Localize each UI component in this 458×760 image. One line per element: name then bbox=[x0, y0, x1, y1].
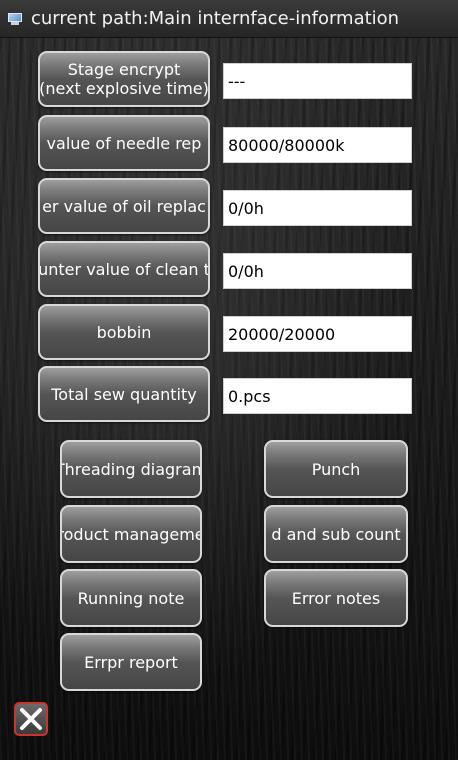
running-note-label: Running note bbox=[77, 588, 185, 608]
bobbin-label: bobbin bbox=[96, 322, 152, 342]
bobbin-value: 20000/20000 bbox=[223, 316, 412, 352]
total-sew-quantity-value: 0.pcs bbox=[223, 378, 412, 414]
oil-replace-button[interactable]: er value of oil replac bbox=[38, 178, 210, 234]
bobbin-button[interactable]: bobbin bbox=[38, 304, 210, 360]
clean-counter-button[interactable]: unter value of clean t bbox=[38, 241, 210, 297]
error-report-label: Errpr report bbox=[84, 652, 178, 672]
threading-diagram-button[interactable]: Threading diagram bbox=[60, 440, 202, 498]
punch-button[interactable]: Punch bbox=[264, 440, 408, 498]
running-note-button[interactable]: Running note bbox=[60, 569, 202, 627]
error-report-button[interactable]: Errpr report bbox=[60, 633, 202, 691]
needle-replace-label: value of needle rep bbox=[46, 133, 202, 153]
close-icon bbox=[20, 708, 42, 730]
total-sew-quantity-label: Total sew quantity bbox=[51, 384, 197, 404]
clean-counter-label: unter value of clean t bbox=[38, 259, 210, 279]
stage-encrypt-button[interactable]: Stage encrypt (next explosive time) bbox=[38, 51, 210, 107]
total-sew-quantity-button[interactable]: Total sew quantity bbox=[38, 366, 210, 422]
stage-encrypt-label-line1: Stage encrypt bbox=[67, 60, 181, 79]
error-notes-button[interactable]: Error notes bbox=[264, 569, 408, 627]
product-management-button[interactable]: roduct manageme bbox=[60, 505, 202, 563]
error-notes-label: Error notes bbox=[291, 588, 381, 608]
add-sub-count-button[interactable]: d and sub count bbox=[264, 505, 408, 563]
clean-counter-value: 0/0h bbox=[223, 253, 412, 289]
punch-label: Punch bbox=[311, 459, 361, 479]
needle-replace-button[interactable]: value of needle rep bbox=[38, 115, 210, 171]
window-title: current path:Main internface-information bbox=[31, 8, 400, 29]
stage-encrypt-value: --- bbox=[223, 63, 412, 99]
close-button[interactable] bbox=[14, 702, 48, 736]
oil-replace-label: er value of oil replac bbox=[42, 196, 206, 216]
threading-diagram-label: Threading diagram bbox=[60, 459, 202, 479]
product-management-label: roduct manageme bbox=[60, 524, 202, 544]
add-sub-count-label: d and sub count bbox=[271, 524, 401, 544]
oil-replace-value: 0/0h bbox=[223, 190, 412, 226]
monitor-icon bbox=[8, 12, 22, 25]
stage-encrypt-label-line2: (next explosive time) bbox=[39, 79, 209, 98]
title-bar: current path:Main internface-information bbox=[0, 0, 458, 38]
needle-replace-value: 80000/80000k bbox=[223, 127, 412, 163]
